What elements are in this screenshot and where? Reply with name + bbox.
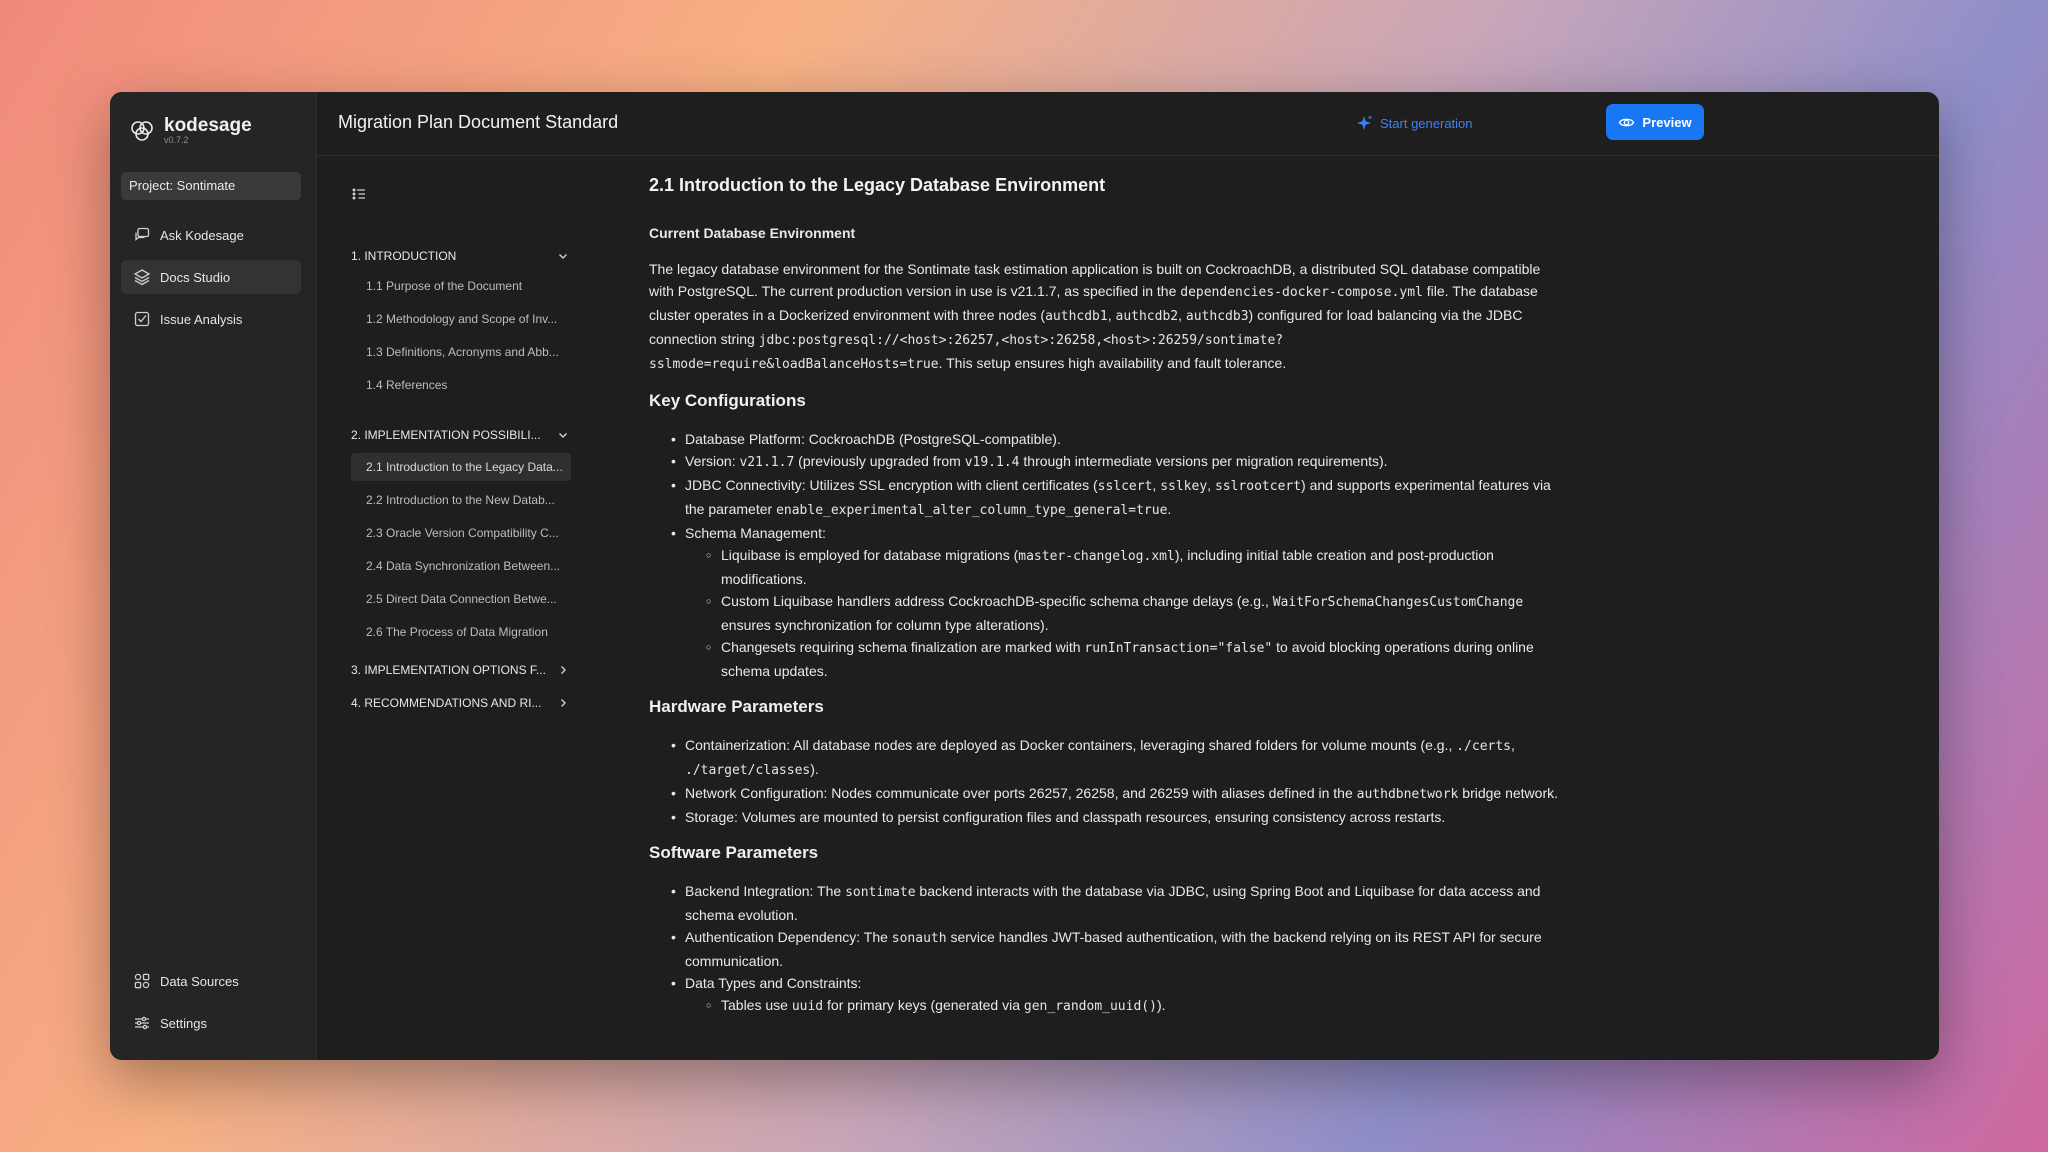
document-content: 2.1 Introduction to the Legacy Database …	[649, 156, 1569, 1060]
topbar: Migration Plan Document Standard Start g…	[317, 92, 1939, 156]
sidebar: kodesage v0.7.2 Project: Sontimate Ask K…	[110, 92, 317, 1060]
checkbox-icon	[134, 311, 150, 327]
list-item: Version: v21.1.7 (previously upgraded fr…	[671, 450, 1569, 474]
nav-label: Settings	[160, 1015, 207, 1031]
nav-label: Issue Analysis	[160, 311, 243, 327]
preview-button[interactable]: Preview	[1606, 104, 1704, 140]
list-item: Authentication Dependency: The sonauth s…	[671, 926, 1569, 972]
document-title: 2.1 Introduction to the Legacy Database …	[649, 175, 1106, 195]
chevron-right-icon	[561, 666, 566, 674]
section-heading-hardware: Hardware Parameters	[649, 697, 824, 716]
nav-label: Ask Kodesage	[160, 227, 244, 243]
toc-section-label: 3. IMPLEMENTATION OPTIONS F...	[351, 663, 546, 677]
start-generation-button[interactable]: Start generation	[1356, 105, 1473, 141]
sparkle-icon	[1357, 115, 1373, 130]
brand-name: kodesage	[164, 115, 252, 136]
toc-item[interactable]: 2.6 The Process of Data Migration	[351, 618, 571, 646]
nav-item-docs-studio[interactable]: Docs Studio	[121, 260, 301, 294]
list-item: Network Configuration: Nodes communicate…	[671, 782, 1569, 806]
nav-label: Docs Studio	[160, 269, 231, 285]
list-item: Schema Management: Liquibase is employed…	[671, 522, 1569, 682]
schema-sublist: Liquibase is employed for database migra…	[685, 544, 1569, 682]
toc-section-label: 2. IMPLEMENTATION POSSIBILI...	[351, 428, 541, 442]
key-config-list: Database Platform: CockroachDB (PostgreS…	[649, 428, 1569, 682]
toc-item-active[interactable]: 2.1 Introduction to the Legacy Data...	[351, 453, 571, 481]
section-heading-key-config: Key Configurations	[649, 391, 806, 410]
section-heading-software: Software Parameters	[649, 843, 819, 862]
grid-icon	[134, 973, 150, 989]
brand-version: v0.7.2	[164, 135, 189, 145]
section-heading-current-env: Current Database Environment	[649, 225, 856, 241]
list-item: Containerization: All database nodes are…	[671, 734, 1569, 782]
layers-icon	[133, 269, 151, 286]
eye-icon	[1619, 118, 1635, 126]
nav-item-ask-kodesage[interactable]: Ask Kodesage	[121, 218, 301, 252]
nav-label: Data Sources	[160, 973, 239, 989]
main-area: Migration Plan Document Standard Start g…	[317, 92, 1939, 1060]
software-list: Backend Integration: The sontimate backe…	[649, 880, 1569, 1018]
toc-item[interactable]: 1.1 Purpose of the Document	[351, 272, 571, 300]
list-item: Liquibase is employed for database migra…	[706, 544, 1569, 590]
hardware-list: Containerization: All database nodes are…	[649, 734, 1569, 828]
list-item: JDBC Connectivity: Utilizes SSL encrypti…	[671, 474, 1569, 522]
list-item: Data Types and Constraints: Tables use u…	[671, 972, 1569, 1018]
list-item: Custom Liquibase handlers address Cockro…	[706, 590, 1569, 636]
list-item: Tables use uuid for primary keys (genera…	[706, 994, 1569, 1018]
chat-icon	[135, 227, 150, 241]
sliders-icon	[135, 1016, 149, 1030]
nav-item-issue-analysis[interactable]: Issue Analysis	[121, 302, 301, 336]
chevron-down-icon	[559, 433, 567, 438]
toc-section-3[interactable]: 3. IMPLEMENTATION OPTIONS F...	[351, 658, 575, 682]
toc-item[interactable]: 1.4 References	[351, 371, 571, 399]
toc-item[interactable]: 2.4 Data Synchronization Between...	[351, 552, 571, 580]
chevron-right-icon	[561, 699, 566, 707]
brand[interactable]: kodesage v0.7.2	[128, 116, 252, 145]
toc-section-2[interactable]: 2. IMPLEMENTATION POSSIBILI...	[351, 423, 575, 447]
kodesage-logo-icon	[128, 117, 156, 145]
list-item: Storage: Volumes are mounted to persist …	[671, 806, 1569, 828]
toc-item[interactable]: 2.2 Introduction to the New Datab...	[351, 486, 571, 514]
nav-top: Ask Kodesage Docs Studio Issue Analysis	[121, 218, 301, 344]
toc-section-label: 4. RECOMMENDATIONS AND RI...	[351, 696, 542, 710]
list-item: Changesets requiring schema finalization…	[706, 636, 1569, 682]
toc-item[interactable]: 1.2 Methodology and Scope of Inv...	[351, 305, 571, 333]
page-title: Migration Plan Document Standard	[338, 112, 619, 132]
project-selector[interactable]: Project: Sontimate	[121, 172, 301, 200]
chevron-down-icon	[559, 254, 567, 259]
start-generation-label: Start generation	[1380, 115, 1473, 131]
nav-item-settings[interactable]: Settings	[121, 1006, 301, 1040]
preview-label: Preview	[1642, 114, 1692, 130]
toc-section-label: 1. INTRODUCTION	[351, 249, 457, 263]
list-item: Database Platform: CockroachDB (PostgreS…	[671, 428, 1569, 450]
intro-paragraph: The legacy database environment for the …	[649, 261, 1541, 372]
list-item: Backend Integration: The sontimate backe…	[671, 880, 1569, 926]
toc-item[interactable]: 1.3 Definitions, Acronyms and Abb...	[351, 338, 571, 366]
nav-item-data-sources[interactable]: Data Sources	[121, 964, 301, 998]
app-window: kodesage v0.7.2 Project: Sontimate Ask K…	[110, 92, 1939, 1060]
toc-section-1[interactable]: 1. INTRODUCTION	[351, 244, 575, 268]
toc-toggle-icon[interactable]	[351, 186, 367, 207]
toc-item[interactable]: 2.5 Direct Data Connection Betwe...	[351, 585, 571, 613]
toc-section-4[interactable]: 4. RECOMMENDATIONS AND RI...	[351, 691, 575, 715]
nav-bottom: Data Sources Settings	[121, 964, 301, 1048]
toc-item[interactable]: 2.3 Oracle Version Compatibility C...	[351, 519, 571, 547]
datatypes-sublist: Tables use uuid for primary keys (genera…	[685, 994, 1569, 1018]
